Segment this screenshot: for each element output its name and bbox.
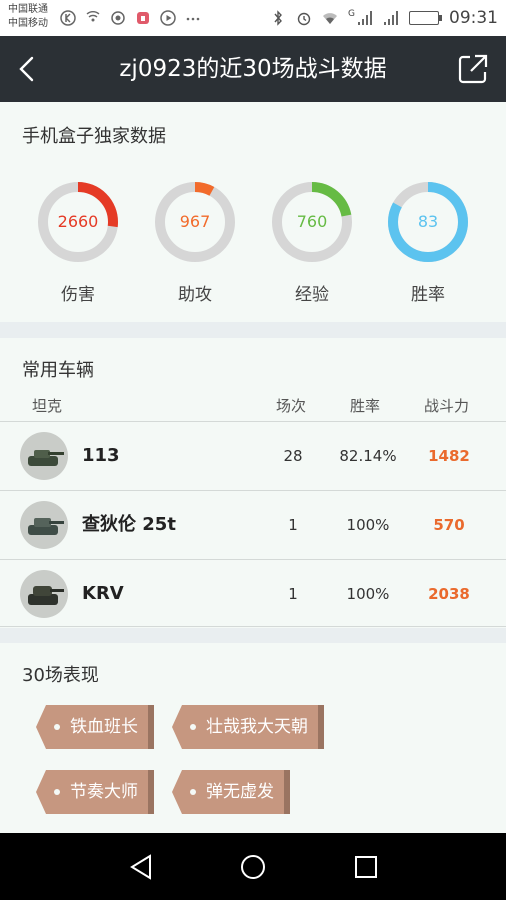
col-head-power: 战斗力: [424, 397, 470, 415]
vehicle-battles: 28: [283, 447, 303, 465]
vehicles-panel: 常用车辆 坦克 场次 胜率 战斗力 113 28 82.14% 1482 查狄伦…: [0, 338, 506, 628]
performance-panel: 30场表现 铁血班长 壮哉我大天朝 节奏大师 弹无虚发: [0, 643, 506, 833]
wifi-hotspot-icon: [86, 11, 100, 22]
signal-icon-2: [384, 11, 398, 25]
chevron-left-icon: [19, 56, 34, 82]
vehicle-row[interactable]: KRV 1 100% 2038: [0, 559, 506, 627]
k-icon: [60, 10, 76, 26]
triangle-back-icon: [130, 854, 151, 880]
vehicle-power: 2038: [428, 585, 470, 603]
tank-icon: [28, 586, 64, 605]
vehicle-winrate: 82.14%: [339, 447, 397, 465]
damage-label: 伤害: [61, 285, 95, 305]
performance-tag[interactable]: 壮哉我大天朝: [172, 705, 324, 749]
vehicle-battles: 1: [288, 585, 298, 603]
experience-value: 760: [296, 212, 328, 231]
vehicle-power: 1482: [428, 447, 470, 465]
nav-back-button[interactable]: [126, 851, 158, 883]
battery-icon: [409, 11, 442, 25]
vehicle-name: 113: [82, 445, 120, 466]
signal-icon: [358, 11, 372, 25]
tag-label: 铁血班长: [70, 717, 138, 737]
performance-tag[interactable]: 节奏大师: [36, 770, 154, 814]
vehicle-name: 查狄伦 25t: [82, 514, 176, 535]
square-recents-icon: [355, 856, 377, 878]
col-head-battles: 场次: [276, 397, 307, 415]
stat-experience: 760 经验: [270, 180, 354, 305]
carrier-1: 中国联通: [8, 4, 48, 15]
vehicle-winrate: 100%: [346, 516, 390, 534]
share-button[interactable]: [456, 52, 490, 86]
assist-label: 助攻: [178, 285, 212, 305]
stat-damage: 2660 伤害: [36, 180, 120, 305]
circle-home-icon: [241, 855, 265, 879]
clock: 09:31: [449, 8, 498, 28]
stats-panel: 手机盒子独家数据 2660 伤害 967 助攻 760 经验 83 胜率: [0, 102, 506, 322]
vehicle-row[interactable]: 查狄伦 25t 1 100% 570: [0, 490, 506, 558]
tank-avatar: [20, 501, 68, 549]
performance-title: 30场表现: [22, 665, 99, 686]
tank-icon: [28, 518, 64, 535]
tank-icon: [28, 450, 64, 466]
back-button[interactable]: [12, 52, 46, 86]
experience-label: 经验: [295, 285, 329, 305]
damage-value: 2660: [57, 212, 99, 231]
play-icon: [160, 10, 176, 26]
tag-hole: [190, 789, 196, 795]
more-dots-icon: [186, 17, 200, 21]
lock-app-icon: [137, 12, 149, 24]
winrate-label: 胜率: [411, 285, 445, 305]
nav-recents-button[interactable]: [350, 851, 382, 883]
nav-home-button[interactable]: [237, 851, 269, 883]
system-status: G 09:31: [270, 8, 498, 28]
app-header: zj0923的近30场战斗数据: [0, 36, 506, 102]
performance-tag[interactable]: 弹无虚发: [172, 770, 290, 814]
vehicle-row[interactable]: 113 28 82.14% 1482: [0, 421, 506, 489]
tag-label: 壮哉我大天朝: [206, 717, 308, 737]
bluetooth-icon: [274, 10, 282, 26]
alarm-icon: [297, 12, 311, 26]
tank-avatar: [20, 432, 68, 480]
performance-tag[interactable]: 铁血班长: [36, 705, 154, 749]
winrate-value: 83: [417, 212, 439, 231]
vehicles-title: 常用车辆: [22, 360, 94, 381]
stat-assist: 967 助攻: [153, 180, 237, 305]
wifi-icon: [323, 13, 338, 24]
share-icon: [458, 54, 488, 84]
stat-winrate: 83 胜率: [386, 180, 470, 305]
tag-hole: [54, 789, 60, 795]
page-title: zj0923的近30场战斗数据: [119, 56, 387, 82]
col-head-tank: 坦克: [32, 397, 63, 415]
tag-label: 节奏大师: [70, 782, 138, 802]
tag-label: 弹无虚发: [206, 782, 274, 802]
stats-title: 手机盒子独家数据: [22, 126, 166, 147]
assist-value: 967: [179, 212, 211, 231]
vehicle-winrate: 100%: [346, 585, 390, 603]
tank-avatar: [20, 570, 68, 618]
col-head-winrate: 胜率: [350, 397, 381, 415]
tag-hole: [190, 724, 196, 730]
vehicle-name: KRV: [82, 583, 124, 604]
signal-tag: G: [348, 9, 355, 19]
tag-hole: [54, 724, 60, 730]
carrier-info: 中国联通 中国移动: [8, 3, 48, 31]
camera-icon: [111, 11, 125, 25]
system-nav-bar: [0, 833, 506, 900]
vehicle-battles: 1: [288, 516, 298, 534]
status-bar: 中国联通 中国移动 G 09:31: [0, 0, 506, 36]
carrier-2: 中国移动: [8, 18, 48, 29]
vehicle-power: 570: [433, 516, 465, 534]
notification-icons: [60, 10, 201, 26]
